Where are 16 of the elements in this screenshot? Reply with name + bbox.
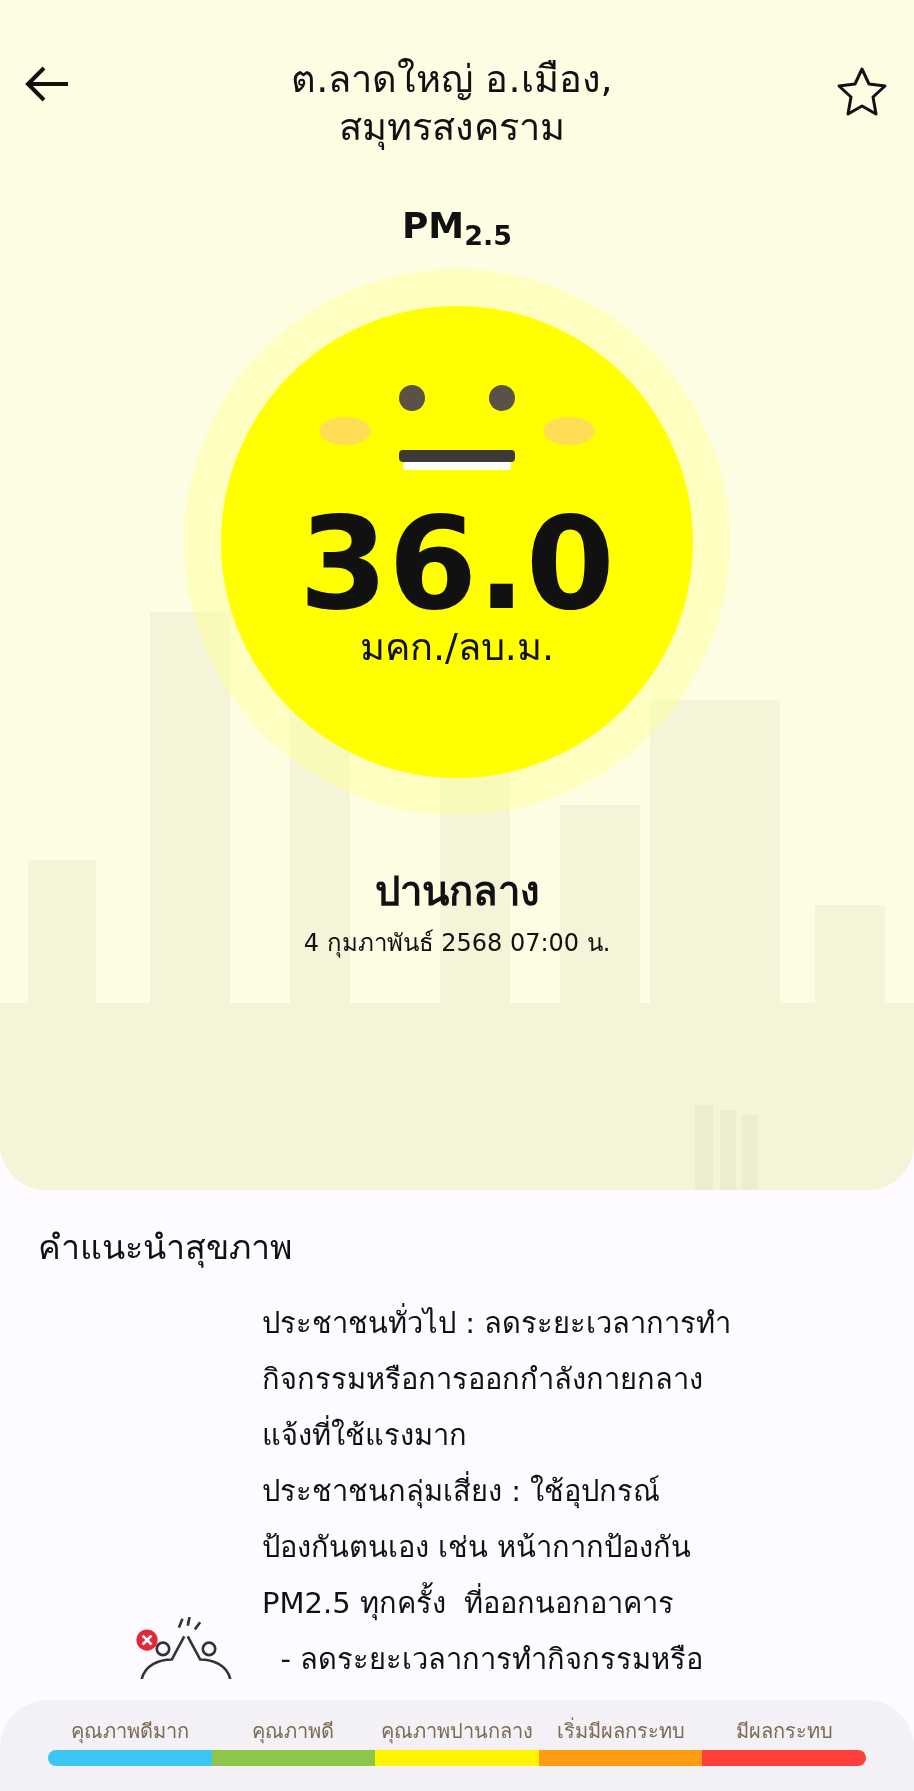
advice-paragraph: - ลดระยะเวลาการทำกิจกรรมหรือ: [279, 1641, 705, 1678]
advice-paragraph: ประชาชนกลุ่มเสี่ยง : ใช้อุปกรณ์ ป้องกันตนเอง เช่น หน้ากากป้องกัน PM2.5 ทุกครั้ง ที่ออกนอกอาคาร: [262, 1463, 732, 1631]
advice-paragraph: ประชาชนทั่วไป : ลดระยะเวลาการทำ กิจกรรมหรือการออกกำลังกายกลาง แจ้งที่ใช้แรงมาก: [262, 1295, 732, 1463]
advice-heading: คำแนะนำสุขภาพ: [38, 1226, 293, 1270]
back-arrow-icon[interactable]: [24, 64, 70, 104]
legend-label: เริ่มมีผลกระทบ: [556, 1716, 685, 1745]
pollutant-label: PM$_{2.5}$: [401, 204, 513, 253]
location-title: ต.ลาดใหญ่ อ.เมือง, สมุทรสงคราม: [291, 56, 613, 151]
legend-label: คุณภาพดีมาก: [70, 1718, 189, 1746]
unit-label: มคก./ลบ.ม.: [359, 628, 554, 666]
level-label: ปานกลาง: [374, 867, 540, 916]
legend-label: มีผลกระทบ: [735, 1718, 833, 1745]
pm-value: 36.0: [299, 500, 615, 628]
legend-label: คุณภาพดี: [252, 1718, 335, 1746]
date-time: 4 กุมภาพันธ์ 2568 07:00 น.: [303, 928, 611, 960]
legend-label: คุณภาพปานกลาง: [381, 1718, 533, 1746]
